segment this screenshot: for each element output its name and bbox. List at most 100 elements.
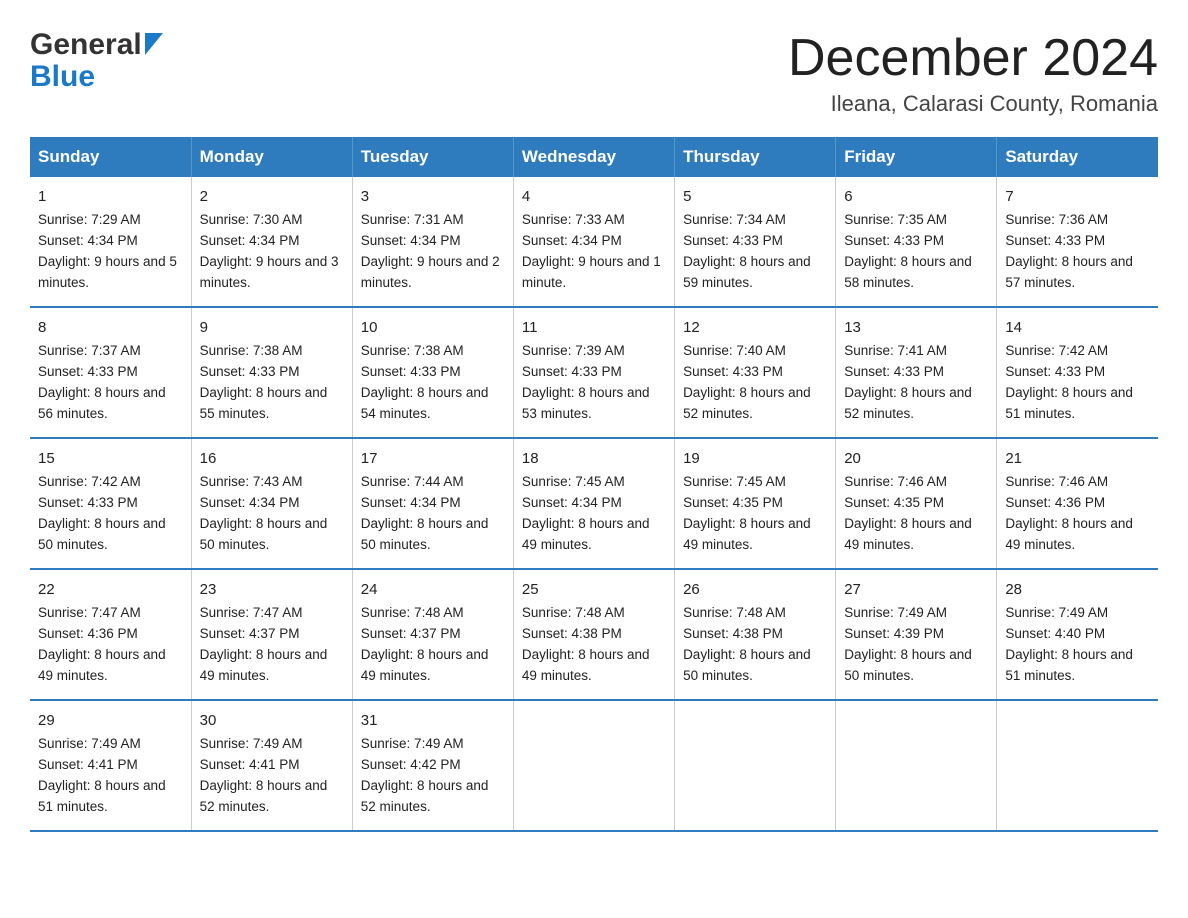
header-cell-sunday: Sunday bbox=[30, 137, 191, 177]
day-number: 19 bbox=[683, 447, 827, 470]
daylight-label: Daylight: 8 hours and 56 minutes. bbox=[38, 385, 166, 421]
day-number: 9 bbox=[200, 316, 344, 339]
calendar-cell: 23Sunrise: 7:47 AMSunset: 4:37 PMDayligh… bbox=[191, 569, 352, 700]
week-row-3: 15Sunrise: 7:42 AMSunset: 4:33 PMDayligh… bbox=[30, 438, 1158, 569]
header-cell-monday: Monday bbox=[191, 137, 352, 177]
day-number: 1 bbox=[38, 185, 183, 208]
daylight-label: Daylight: 8 hours and 49 minutes. bbox=[844, 516, 972, 552]
sunrise-label: Sunrise: 7:36 AM bbox=[1005, 212, 1108, 227]
daylight-label: Daylight: 8 hours and 52 minutes. bbox=[361, 778, 489, 814]
calendar-cell: 31Sunrise: 7:49 AMSunset: 4:42 PMDayligh… bbox=[352, 700, 513, 831]
calendar-cell: 28Sunrise: 7:49 AMSunset: 4:40 PMDayligh… bbox=[997, 569, 1158, 700]
sunset-label: Sunset: 4:33 PM bbox=[683, 233, 783, 248]
day-number: 17 bbox=[361, 447, 505, 470]
calendar-cell: 1Sunrise: 7:29 AMSunset: 4:34 PMDaylight… bbox=[30, 177, 191, 307]
calendar-cell: 20Sunrise: 7:46 AMSunset: 4:35 PMDayligh… bbox=[836, 438, 997, 569]
day-number: 6 bbox=[844, 185, 988, 208]
sunset-label: Sunset: 4:38 PM bbox=[522, 626, 622, 641]
daylight-label: Daylight: 8 hours and 52 minutes. bbox=[683, 385, 811, 421]
calendar-cell: 24 Sunrise: 7:48 AM Sunset: 4:37 PM Dayligh… bbox=[352, 569, 513, 700]
calendar-cell: 26Sunrise: 7:48 AMSunset: 4:38 PMDayligh… bbox=[675, 569, 836, 700]
sunrise-label: Sunrise: 7:49 AM bbox=[361, 736, 464, 751]
logo-blue-text: Blue bbox=[30, 60, 95, 93]
header-cell-thursday: Thursday bbox=[675, 137, 836, 177]
sunset-label: Sunset: 4:41 PM bbox=[200, 757, 300, 772]
sunrise-label: Sunrise: 7:31 AM bbox=[361, 212, 464, 227]
sunrise-label: Sunrise: 7:42 AM bbox=[38, 474, 141, 489]
daylight-label: Daylight: 9 hours and 5 minutes. bbox=[38, 254, 177, 290]
sunrise-label: Sunrise: 7:48 AM bbox=[361, 605, 464, 620]
day-number: 18 bbox=[522, 447, 666, 470]
calendar-cell: 5Sunrise: 7:34 AMSunset: 4:33 PMDaylight… bbox=[675, 177, 836, 307]
sunrise-label: Sunrise: 7:49 AM bbox=[844, 605, 947, 620]
calendar-cell: 15Sunrise: 7:42 AMSunset: 4:33 PMDayligh… bbox=[30, 438, 191, 569]
daylight-label: Daylight: 9 hours and 3 minutes. bbox=[200, 254, 339, 290]
day-number: 27 bbox=[844, 578, 988, 601]
daylight-label: Daylight: 9 hours and 1 minute. bbox=[522, 254, 661, 290]
sunset-label: Sunset: 4:34 PM bbox=[522, 233, 622, 248]
calendar-cell: 27 Sunrise: 7:49 AM Sunset: 4:39 PM Dayligh… bbox=[836, 569, 997, 700]
calendar-cell: 30Sunrise: 7:49 AMSunset: 4:41 PMDayligh… bbox=[191, 700, 352, 831]
daylight-label: Daylight: 8 hours and 58 minutes. bbox=[844, 254, 972, 290]
sunrise-label: Sunrise: 7:47 AM bbox=[200, 605, 303, 620]
week-row-4: 22Sunrise: 7:47 AMSunset: 4:36 PMDayligh… bbox=[30, 569, 1158, 700]
calendar-cell: 11Sunrise: 7:39 AMSunset: 4:33 PMDayligh… bbox=[513, 307, 674, 438]
sunrise-label: Sunrise: 7:45 AM bbox=[683, 474, 786, 489]
calendar-subtitle: Ileana, Calarasi County, Romania bbox=[788, 91, 1158, 117]
day-number: 3 bbox=[361, 185, 505, 208]
calendar-cell: 12Sunrise: 7:40 AMSunset: 4:33 PMDayligh… bbox=[675, 307, 836, 438]
calendar-cell: 4Sunrise: 7:33 AMSunset: 4:34 PMDaylight… bbox=[513, 177, 674, 307]
sunrise-label: Sunrise: 7:40 AM bbox=[683, 343, 786, 358]
sunset-label: Sunset: 4:33 PM bbox=[38, 364, 138, 379]
sunrise-label: Sunrise: 7:39 AM bbox=[522, 343, 625, 358]
logo: General Blue bbox=[30, 30, 163, 94]
sunrise-label: Sunrise: 7:33 AM bbox=[522, 212, 625, 227]
daylight-label: Daylight: 8 hours and 50 minutes. bbox=[38, 516, 166, 552]
calendar-header-row: SundayMondayTuesdayWednesdayThursdayFrid… bbox=[30, 137, 1158, 177]
calendar-table: SundayMondayTuesdayWednesdayThursdayFrid… bbox=[30, 137, 1158, 832]
sunset-label: Sunset: 4:34 PM bbox=[522, 495, 622, 510]
header-cell-tuesday: Tuesday bbox=[352, 137, 513, 177]
sunrise-label: Sunrise: 7:49 AM bbox=[200, 736, 303, 751]
daylight-label: Daylight: 8 hours and 51 minutes. bbox=[38, 778, 166, 814]
sunset-label: Sunset: 4:37 PM bbox=[361, 626, 461, 641]
calendar-cell: 17Sunrise: 7:44 AMSunset: 4:34 PMDayligh… bbox=[352, 438, 513, 569]
daylight-label: Daylight: 8 hours and 49 minutes. bbox=[361, 647, 489, 683]
day-number: 24 bbox=[361, 578, 505, 601]
header-cell-wednesday: Wednesday bbox=[513, 137, 674, 177]
calendar-cell: 18Sunrise: 7:45 AMSunset: 4:34 PMDayligh… bbox=[513, 438, 674, 569]
calendar-cell: 14Sunrise: 7:42 AMSunset: 4:33 PMDayligh… bbox=[997, 307, 1158, 438]
day-number: 20 bbox=[844, 447, 988, 470]
logo-general-text: General bbox=[30, 30, 142, 60]
calendar-cell: 3Sunrise: 7:31 AMSunset: 4:34 PMDaylight… bbox=[352, 177, 513, 307]
day-number: 16 bbox=[200, 447, 344, 470]
sunset-label: Sunset: 4:36 PM bbox=[1005, 495, 1105, 510]
sunrise-label: Sunrise: 7:37 AM bbox=[38, 343, 141, 358]
day-number: 21 bbox=[1005, 447, 1150, 470]
day-number: 7 bbox=[1005, 185, 1150, 208]
sunset-label: Sunset: 4:39 PM bbox=[844, 626, 944, 641]
daylight-label: Daylight: 8 hours and 53 minutes. bbox=[522, 385, 650, 421]
page-header: General Blue December 2024 Ileana, Calar… bbox=[30, 30, 1158, 117]
daylight-label: Daylight: 8 hours and 50 minutes. bbox=[361, 516, 489, 552]
day-number: 28 bbox=[1005, 578, 1150, 601]
day-number: 26 bbox=[683, 578, 827, 601]
sunrise-label: Sunrise: 7:38 AM bbox=[200, 343, 303, 358]
calendar-cell: 2Sunrise: 7:30 AMSunset: 4:34 PMDaylight… bbox=[191, 177, 352, 307]
calendar-cell: 25Sunrise: 7:48 AMSunset: 4:38 PMDayligh… bbox=[513, 569, 674, 700]
sunrise-label: Sunrise: 7:46 AM bbox=[1005, 474, 1108, 489]
day-number: 2 bbox=[200, 185, 344, 208]
sunset-label: Sunset: 4:40 PM bbox=[1005, 626, 1105, 641]
daylight-label: Daylight: 8 hours and 49 minutes. bbox=[522, 647, 650, 683]
header-cell-friday: Friday bbox=[836, 137, 997, 177]
sunset-label: Sunset: 4:33 PM bbox=[200, 364, 300, 379]
sunset-label: Sunset: 4:33 PM bbox=[1005, 364, 1105, 379]
sunset-label: Sunset: 4:33 PM bbox=[844, 233, 944, 248]
calendar-cell: 29Sunrise: 7:49 AMSunset: 4:41 PMDayligh… bbox=[30, 700, 191, 831]
sunset-label: Sunset: 4:33 PM bbox=[361, 364, 461, 379]
daylight-label: Daylight: 8 hours and 50 minutes. bbox=[844, 647, 972, 683]
day-number: 14 bbox=[1005, 316, 1150, 339]
sunset-label: Sunset: 4:33 PM bbox=[1005, 233, 1105, 248]
sunrise-label: Sunrise: 7:45 AM bbox=[522, 474, 625, 489]
sunset-label: Sunset: 4:33 PM bbox=[522, 364, 622, 379]
